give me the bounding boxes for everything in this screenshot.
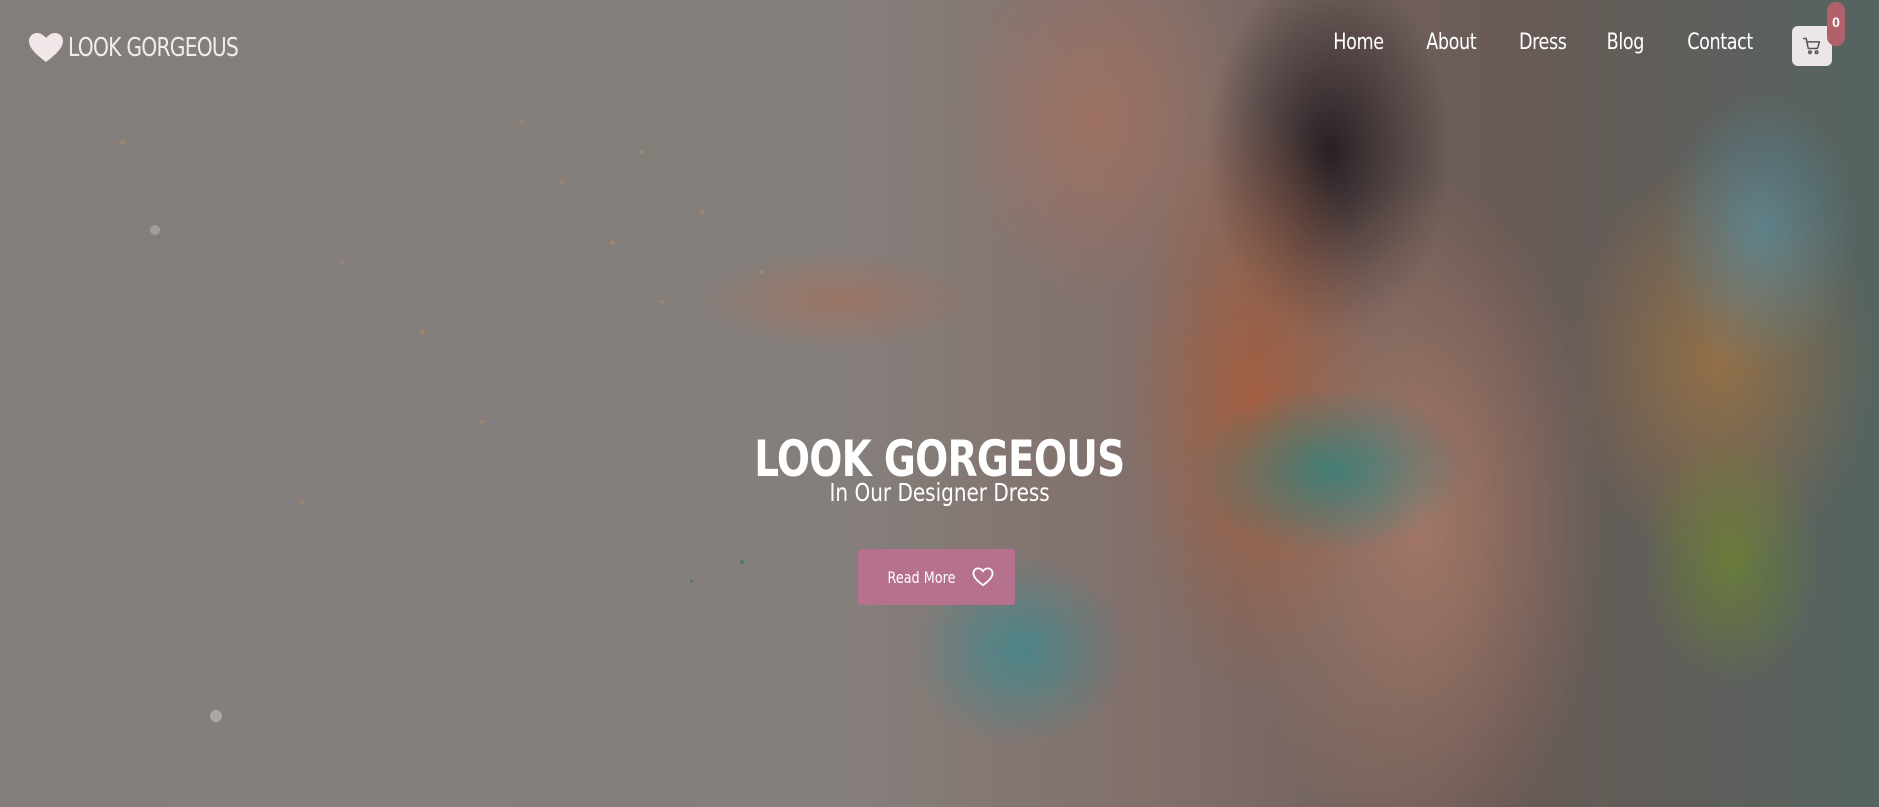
nav-dress[interactable]: Dress [1519,30,1567,55]
hero-overlay [0,0,1879,807]
brand-name: LOOK GORGEOUS [68,33,239,63]
hero-subtitle-text: In Our Designer Dress [829,478,1050,507]
nav-about[interactable]: About [1427,30,1477,55]
nav-home[interactable]: Home [1334,30,1385,55]
cart-count-badge: 0 [1827,2,1845,46]
nav-blog[interactable]: Blog [1607,30,1645,55]
hero-background [0,0,1879,807]
brand-logo[interactable]: LOOK GORGEOUS [28,32,286,64]
heart-icon [29,33,63,62]
hero-title: LOOK GORGEOUS [0,434,1879,484]
cart-button[interactable] [1792,26,1832,66]
heart-outline-icon [972,567,994,587]
main-nav: Home About Dress Blog Contact [1327,30,1761,55]
cart-icon [1802,37,1821,55]
nav-contact[interactable]: Contact [1687,30,1753,55]
read-more-button[interactable]: Read More [858,549,1015,605]
read-more-label: Read More [887,567,956,587]
hero-subtitle: In Our Designer Dress [0,480,1879,505]
hero-title-text: LOOK GORGEOUS [754,429,1125,488]
